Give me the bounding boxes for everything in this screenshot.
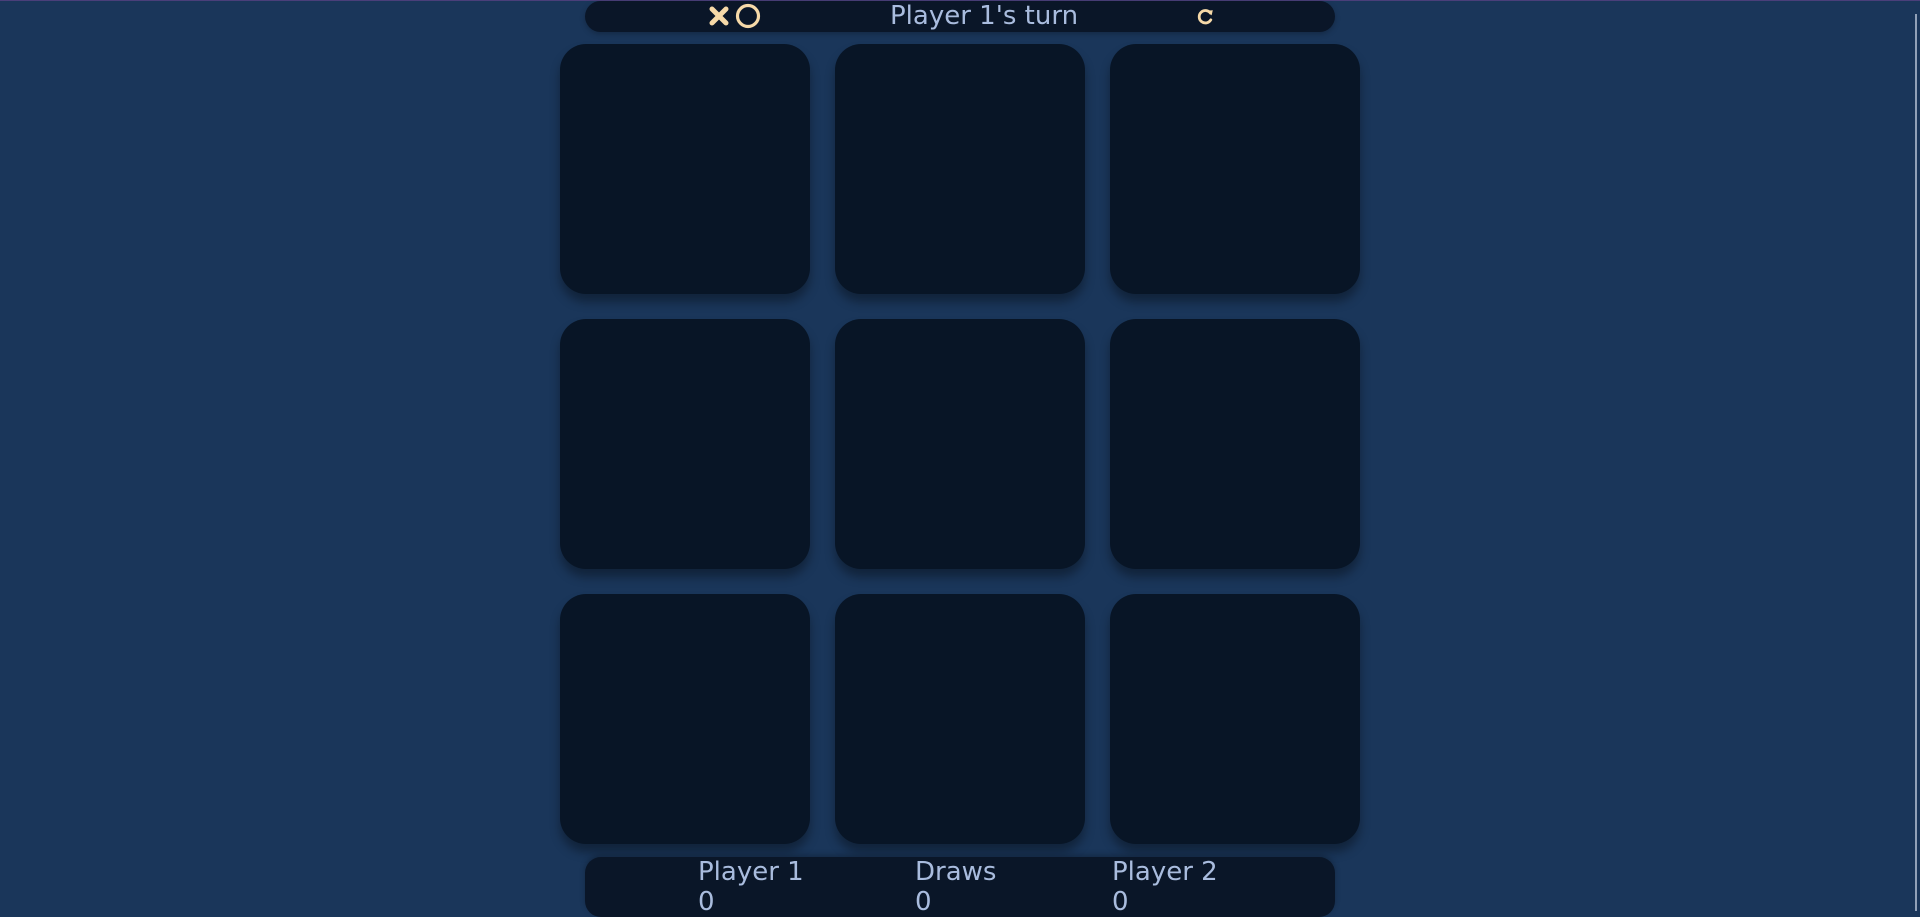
score-player2-value: 0 bbox=[1112, 887, 1129, 917]
score-draws-label: Draws bbox=[915, 857, 997, 887]
restart-button[interactable] bbox=[1194, 5, 1216, 27]
score-player1-value: 0 bbox=[698, 887, 715, 917]
game-logo bbox=[707, 3, 761, 29]
score-player2: Player 2 0 bbox=[1112, 857, 1218, 917]
scrollbar[interactable] bbox=[1915, 14, 1917, 911]
board-cell-1[interactable] bbox=[560, 44, 810, 294]
board-cell-8[interactable] bbox=[835, 594, 1085, 844]
board-cell-9[interactable] bbox=[1110, 594, 1360, 844]
o-icon bbox=[735, 3, 761, 29]
board-cell-2[interactable] bbox=[835, 44, 1085, 294]
board-cell-6[interactable] bbox=[1110, 319, 1360, 569]
x-icon bbox=[709, 6, 729, 26]
turn-indicator: Player 1's turn bbox=[890, 1, 1079, 31]
game-board bbox=[560, 44, 1360, 844]
board-cell-4[interactable] bbox=[560, 319, 810, 569]
restart-icon bbox=[1197, 9, 1213, 25]
score-player1: Player 1 0 bbox=[698, 857, 804, 917]
board-cell-7[interactable] bbox=[560, 594, 810, 844]
score-draws-value: 0 bbox=[915, 887, 932, 917]
score-player2-label: Player 2 bbox=[1112, 857, 1218, 887]
board-cell-3[interactable] bbox=[1110, 44, 1360, 294]
score-draws: Draws 0 bbox=[915, 857, 996, 917]
board-cell-5[interactable] bbox=[835, 319, 1085, 569]
score-player1-label: Player 1 bbox=[698, 857, 804, 887]
